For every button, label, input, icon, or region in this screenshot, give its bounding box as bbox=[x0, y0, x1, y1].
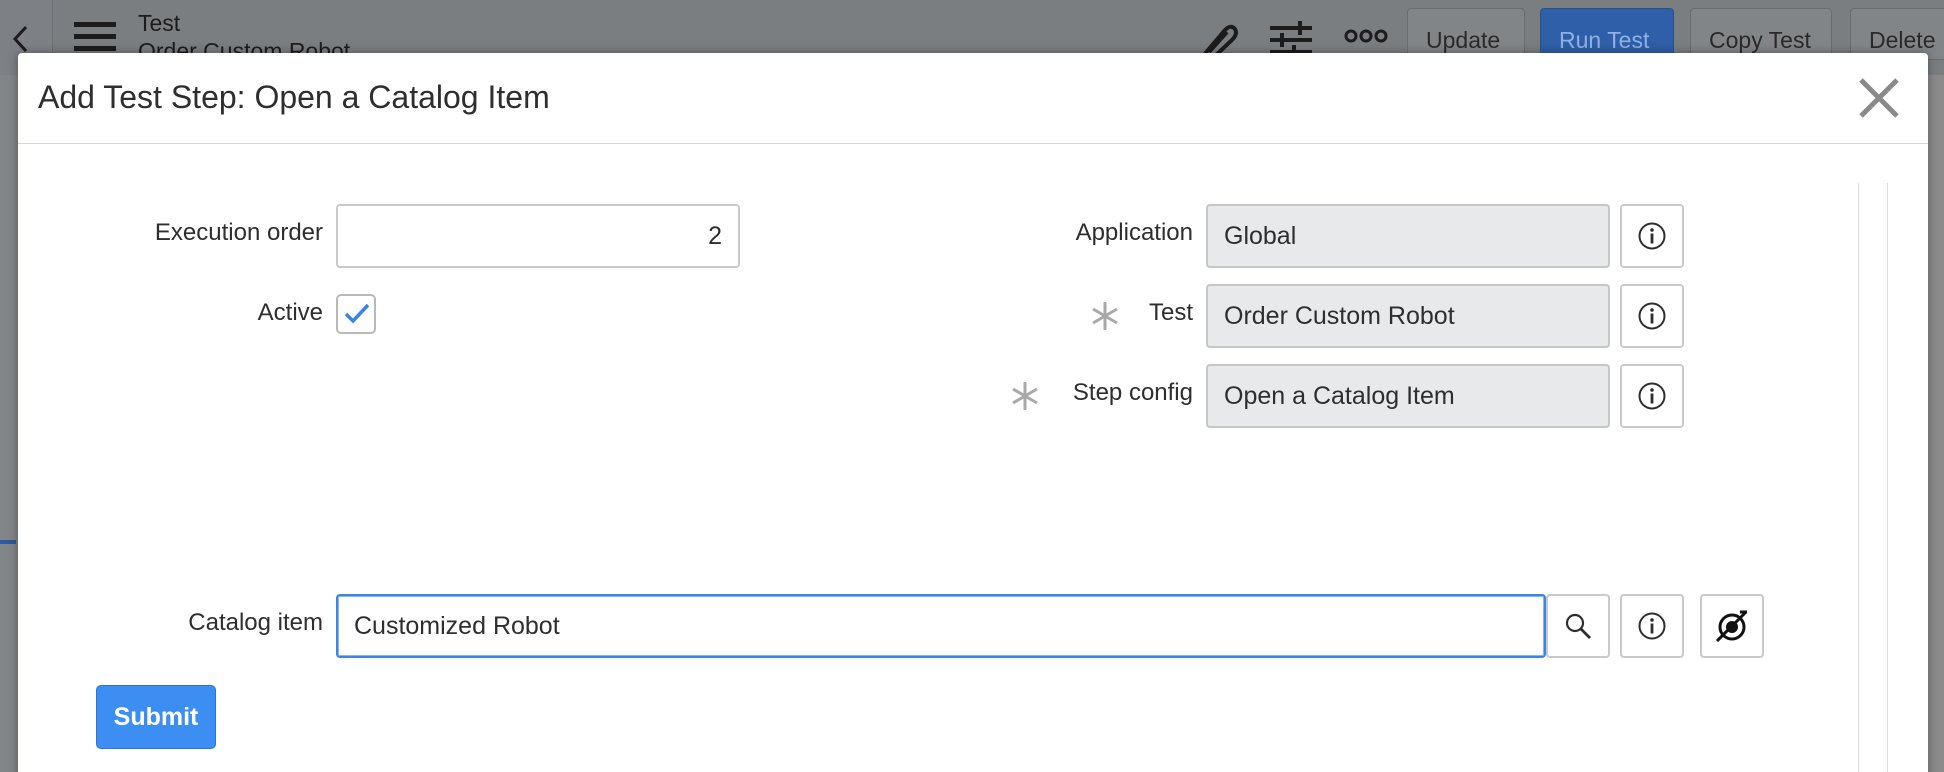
application-info-button[interactable] bbox=[1620, 204, 1684, 268]
step-config-field: Open a Catalog Item bbox=[1206, 364, 1610, 428]
chevron-left-icon bbox=[12, 25, 28, 53]
active-label: Active bbox=[257, 299, 323, 326]
info-icon bbox=[1638, 302, 1666, 330]
execution-order-label: Execution order bbox=[154, 219, 323, 246]
preview-reference-icon bbox=[1715, 610, 1748, 643]
modal-header: Add Test Step: Open a Catalog Item bbox=[18, 53, 1928, 144]
test-info-button[interactable] bbox=[1620, 284, 1684, 348]
close-icon bbox=[1859, 78, 1899, 118]
application-label: Application bbox=[1075, 219, 1193, 246]
background-page-edge bbox=[0, 75, 18, 772]
execution-order-input[interactable]: 2 bbox=[336, 204, 740, 268]
catalog-item-search-button[interactable] bbox=[1546, 594, 1610, 658]
checkmark-icon bbox=[344, 303, 370, 324]
modal-scrollbar[interactable] bbox=[1858, 183, 1888, 772]
catalog-item-preview-button[interactable] bbox=[1700, 594, 1764, 658]
required-star-icon bbox=[1092, 302, 1118, 330]
more-dots-icon[interactable] bbox=[1344, 28, 1388, 44]
required-star-icon bbox=[1012, 382, 1038, 410]
step-config-info-button[interactable] bbox=[1620, 364, 1684, 428]
info-icon bbox=[1638, 612, 1666, 640]
hamburger-icon[interactable] bbox=[74, 20, 116, 54]
close-button[interactable] bbox=[1856, 75, 1902, 121]
catalog-item-info-button[interactable] bbox=[1620, 594, 1684, 658]
info-icon bbox=[1638, 222, 1666, 250]
test-field: Order Custom Robot bbox=[1206, 284, 1610, 348]
application-field: Global bbox=[1206, 204, 1610, 268]
test-label: Test bbox=[1148, 299, 1193, 326]
catalog-item-label: Catalog item bbox=[188, 609, 323, 636]
record-type-title: Test bbox=[138, 10, 181, 36]
step-config-label: Step config bbox=[1072, 379, 1193, 406]
active-checkbox[interactable] bbox=[336, 294, 376, 334]
submit-button[interactable]: Submit bbox=[96, 685, 216, 749]
info-icon bbox=[1638, 382, 1666, 410]
modal-title: Add Test Step: Open a Catalog Item bbox=[38, 79, 550, 115]
background-accent-line bbox=[0, 540, 16, 544]
add-test-step-modal: Add Test Step: Open a Catalog Item Execu… bbox=[18, 53, 1928, 772]
catalog-item-input[interactable]: Customized Robot bbox=[336, 594, 1546, 658]
search-icon bbox=[1565, 613, 1591, 639]
